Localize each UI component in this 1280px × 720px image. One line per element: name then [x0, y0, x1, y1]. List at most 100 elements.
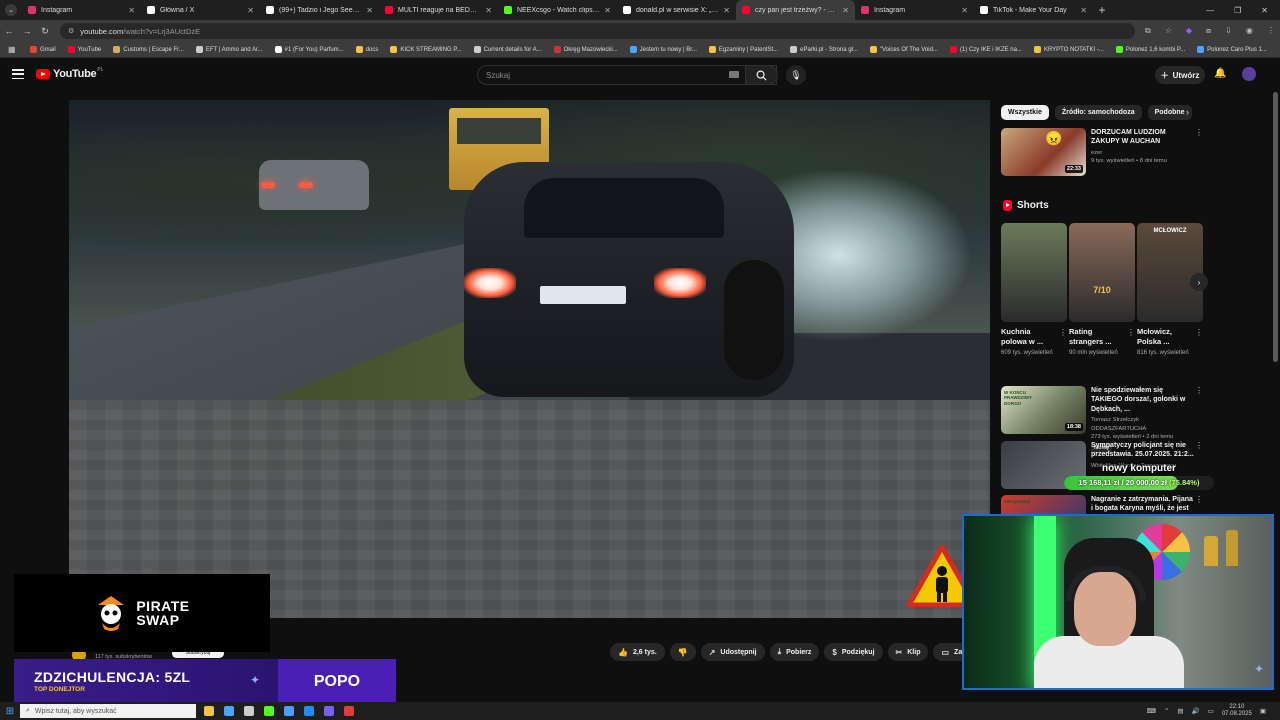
account-avatar[interactable] — [1242, 67, 1256, 81]
bookmark-item[interactable]: Gmail — [30, 46, 56, 53]
youtube-logo[interactable]: YouTube PL — [36, 67, 103, 80]
bookmark-item[interactable]: EFT | Ammo and Ar... — [195, 46, 263, 53]
chevron-up-icon[interactable]: ⌃ — [1164, 707, 1169, 715]
taskbar-clock[interactable]: 22:10 07.08.2025 — [1222, 704, 1252, 718]
browser-tab[interactable]: TikTok - Make Your Day ✕ — [974, 0, 1093, 20]
bookmark-star-icon[interactable]: ☆ — [1165, 26, 1172, 36]
taskbar-app-icon[interactable] — [264, 706, 274, 716]
bookmark-item[interactable]: "Voices Of The Void... — [869, 46, 938, 53]
bookmark-item[interactable]: Jestem tu nowy | Br... — [629, 46, 697, 53]
create-button[interactable]: ＋ Utwórz — [1155, 66, 1205, 84]
download-button[interactable]: ⤓ Pobierz — [769, 643, 820, 661]
thumbs-up-button[interactable]: 👍 2,6 tys. — [610, 643, 665, 661]
more-actions-icon[interactable]: ⋮ — [1127, 328, 1135, 337]
taskbar-app-icon[interactable] — [324, 706, 334, 716]
filter-chip[interactable]: Źródło: samochodoza — [1054, 105, 1142, 120]
bookmark-item[interactable]: Polonez 1,6 kombi P... — [1115, 46, 1185, 53]
video-channel[interactable]: Tomasz Strzelczyk ODDASZFARTUCHA — [1091, 416, 1195, 433]
close-tab-icon[interactable]: ✕ — [366, 6, 373, 15]
browser-tab[interactable]: Instagram ✕ — [855, 0, 974, 20]
short-item[interactable]: Kuchnia polowa w ... 609 tys. wyświetleń ⋮ — [1001, 223, 1067, 357]
related-video[interactable]: 😠 22:33 DORZUCAM LUDZIOM ZAKUPY W AUCHAN… — [1001, 128, 1203, 176]
chevron-right-icon[interactable]: › — [1186, 107, 1189, 117]
keyboard-icon[interactable]: ⌨ — [1147, 707, 1156, 715]
bookmark-item[interactable]: Polonez Caro Plus 1... — [1197, 46, 1267, 53]
close-tab-icon[interactable]: ✕ — [247, 6, 254, 15]
browser-tab[interactable]: (99+) Tadzio i Jego Seecle Ibiza ✕ — [260, 0, 379, 20]
bookmark-item[interactable]: #1 (For You) Parfum... — [274, 46, 344, 53]
site-info-icon[interactable]: ⚙ — [68, 27, 74, 35]
thanks-button[interactable]: $ Podziękuj — [824, 643, 883, 661]
maximize-icon[interactable]: ❐ — [1234, 6, 1241, 15]
bell-icon[interactable]: 🔔 — [1214, 68, 1226, 79]
short-title[interactable]: Kuchnia polowa w ... — [1001, 327, 1055, 347]
install-icon[interactable]: ⧉ — [1145, 26, 1151, 36]
short-title[interactable]: Rating strangers ... — [1069, 327, 1123, 347]
forward-icon[interactable]: → — [18, 26, 36, 36]
puzzle-icon[interactable]: ⧈ — [1206, 26, 1211, 36]
taskbar-app-icon[interactable] — [204, 706, 214, 716]
browser-tab[interactable]: Główna / X ✕ — [141, 0, 260, 20]
bookmark-item[interactable]: Current details for A... — [473, 46, 542, 53]
close-tab-icon[interactable]: ✕ — [723, 6, 730, 15]
notifications-icon[interactable]: ▣ — [1260, 707, 1266, 715]
clip-button[interactable]: ✂ Klip — [887, 643, 929, 661]
short-item[interactable]: 7/10 Rating strangers ... 90 mln wyświetle… — [1069, 223, 1135, 357]
taskbar-app-icon[interactable] — [244, 706, 254, 716]
close-tab-icon[interactable]: ✕ — [604, 6, 611, 15]
taskbar-app-icon[interactable] — [344, 706, 354, 716]
video-thumbnail[interactable]: 😠 22:33 — [1001, 128, 1086, 176]
taskbar-app-icon[interactable] — [224, 706, 234, 716]
filter-chip[interactable]: Wszystkie — [1001, 105, 1049, 120]
browser-tab[interactable]: Instagram ✕ — [22, 0, 141, 20]
profile-icon[interactable]: ◉ — [1246, 26, 1253, 36]
reload-icon[interactable]: ↻ — [36, 26, 54, 37]
video-title[interactable]: Nie spodziewałem się TAKIEGO dorsza!, go… — [1091, 386, 1195, 414]
bookmark-item[interactable]: docs — [355, 46, 378, 53]
bookmark-item[interactable]: (1) Czy IKE i IKZE na... — [949, 46, 1022, 53]
taskbar-app-icon[interactable] — [284, 706, 294, 716]
keyboard-icon[interactable] — [729, 71, 739, 78]
bookmark-item[interactable]: Customs | Escape Fr... — [113, 46, 184, 53]
hamburger-menu-icon[interactable] — [12, 69, 24, 79]
filter-chip[interactable]: Podobne — [1147, 105, 1192, 120]
thumbs-down-button[interactable]: 👎 — [669, 643, 696, 661]
short-item[interactable]: MCŁOWICZ Mcłowicz, Polska ... 816 tys. wyś… — [1137, 223, 1203, 357]
share-button[interactable]: ↗ Udostępnij — [700, 643, 765, 661]
browser-tab[interactable]: donald.pl w serwisie X: „Wola P ✕ — [617, 0, 736, 20]
bookmark-item[interactable]: KRYPTO NOTATKI -... — [1033, 46, 1104, 53]
short-thumbnail[interactable]: 7/10 — [1069, 223, 1135, 322]
close-tab-icon[interactable]: ✕ — [1080, 6, 1087, 15]
short-thumbnail[interactable]: MCŁOWICZ — [1137, 223, 1203, 322]
bookmark-item[interactable]: eParki.pl - Strona gł... — [790, 46, 858, 53]
bookmark-item[interactable]: Egzaminy | PatentSt... — [708, 46, 778, 53]
new-tab-icon[interactable]: + — [1093, 3, 1111, 17]
network-icon[interactable]: ▤ — [1177, 707, 1183, 715]
search-button[interactable] — [745, 65, 778, 85]
video-thumbnail[interactable]: W KOŃCU PRAWDZIWY DORSZ! 18:38 — [1001, 386, 1086, 434]
video-channel[interactable]: ezer — [1091, 149, 1195, 157]
more-actions-icon[interactable]: ⋮ — [1195, 386, 1203, 395]
more-actions-icon[interactable]: ⋮ — [1195, 328, 1203, 337]
taskbar-search-input[interactable]: ⌕ Wpisz tutaj, aby wyszukać — [20, 704, 196, 718]
more-actions-icon[interactable]: ⋮ — [1059, 328, 1067, 337]
video-title[interactable]: Sympatyczy policjant się nie przedstawia… — [1091, 441, 1195, 460]
extension-icon[interactable]: ◆ — [1186, 26, 1192, 36]
more-actions-icon[interactable]: ⋮ — [1195, 441, 1203, 450]
video-player[interactable] — [69, 100, 990, 618]
page-scrollbar[interactable] — [1273, 92, 1278, 362]
minimize-icon[interactable]: — — [1206, 6, 1214, 15]
close-tab-icon[interactable]: ✕ — [842, 6, 849, 15]
windows-start-icon[interactable]: ⊞ — [0, 706, 20, 717]
bookmark-item[interactable]: KICK STREAMING P... — [390, 46, 462, 53]
download-icon[interactable]: ⇩ — [1225, 26, 1232, 36]
browser-tab[interactable]: NEEXcsgo - Watch clips on Kick ✕ — [498, 0, 617, 20]
taskbar-app-icon[interactable] — [304, 706, 314, 716]
short-title[interactable]: Mcłowicz, Polska ... — [1137, 327, 1191, 347]
short-thumbnail[interactable] — [1001, 223, 1067, 322]
shorts-next-button[interactable]: › — [1190, 273, 1208, 291]
close-tab-icon[interactable]: ✕ — [128, 6, 135, 15]
menu-dots-icon[interactable]: ⋮ — [1267, 26, 1275, 36]
bookmark-item[interactable]: YouTube — [67, 46, 101, 53]
url-field[interactable]: ⚙ youtube.com/watch?v=Lrj3AUctDzE — [60, 23, 1135, 39]
